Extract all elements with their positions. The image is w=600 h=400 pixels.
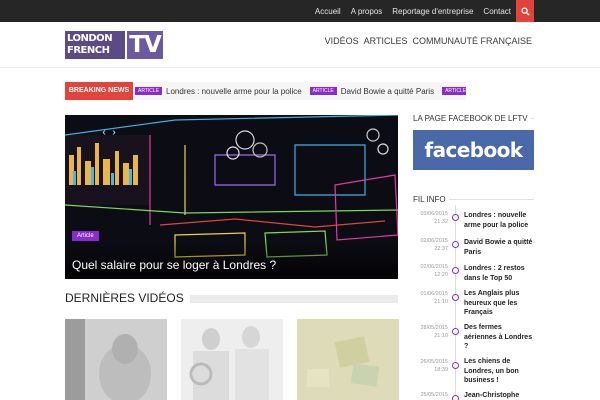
video-thumbnail[interactable] [297, 319, 399, 400]
timeline-dot [452, 328, 459, 335]
fil-title: Londres : 2 restos dans le Top 50 [464, 265, 525, 282]
fil-title: Jean-Christophe [464, 392, 520, 399]
hero-category-tag[interactable]: Article [72, 231, 99, 241]
breaking-news-label: BREAKING NEWS [65, 82, 133, 100]
ticker-item[interactable]: ARTICLE David Bowie a quitté Paris [309, 86, 435, 96]
fil-title: Des fermes aériennes à Londres ? [464, 324, 533, 350]
video-thumbnail-image [181, 319, 283, 400]
ticker-item[interactable]: ARTICLE Lo [442, 87, 466, 96]
timeline-line [455, 205, 456, 400]
chevron-right-icon[interactable]: › [109, 127, 119, 139]
timeline-dot [452, 294, 459, 301]
fil-info-title: FIL INFO [413, 195, 449, 204]
fil-time: 21:32 [434, 219, 448, 225]
chevron-left-icon[interactable]: ‹ [99, 127, 109, 139]
ticker-item[interactable]: ARTICLE Londres : nouvelle arme pour la … [135, 87, 302, 96]
breaking-news-ticker: BREAKING NEWS ARTICLE Londres : nouvelle… [65, 82, 466, 100]
latest-videos-title: DERNIÈRES VIDÉOS [65, 291, 184, 305]
ticker-text: David Bowie a quitté Paris [340, 86, 435, 96]
top-link-reportage[interactable]: Reportage d'entreprise [387, 7, 478, 16]
site-logo[interactable]: LONDON FRENCH TV [65, 31, 163, 59]
video-thumbnail-image [297, 319, 399, 400]
logo-tv: TV [127, 31, 163, 59]
fil-title: Les Anglais plus heureux que les Françai… [464, 290, 520, 316]
ticker-tag: ARTICLE [309, 87, 337, 95]
top-links: Accueil A propos Reportage d'entreprise … [310, 0, 516, 22]
top-link-a-propos[interactable]: A propos [346, 7, 388, 16]
search-icon [520, 6, 530, 16]
fil-date: 28/05/2015 [420, 325, 448, 331]
logo-line-1: LONDON [67, 33, 113, 44]
video-thumbnail[interactable] [181, 319, 283, 400]
fil-date: 26/05/2015 [420, 359, 448, 365]
fil-title: David Bowie a quitté Paris [464, 239, 533, 256]
facebook-logo: facebook [424, 138, 524, 162]
fil-time: 12:20 [434, 272, 448, 278]
fil-date: 02/06/2015 [420, 238, 448, 244]
video-thumbnail-image [65, 319, 167, 400]
breaking-news-items: ARTICLE Londres : nouvelle arme pour la … [135, 82, 466, 100]
nav-articles[interactable]: ARTICLES [364, 36, 408, 46]
fil-time: 21:10 [434, 299, 448, 305]
top-bar: Accueil A propos Reportage d'entreprise … [0, 0, 600, 22]
timeline-dot [452, 267, 459, 274]
header-divider [0, 67, 600, 68]
ticker-text: Londres : nouvelle arme pour la police [166, 86, 302, 96]
fil-date: 25/05/2015 [420, 392, 448, 398]
nav-communaute[interactable]: COMMUNAUTÉ FRANÇAISE [412, 36, 532, 46]
nav-videos[interactable]: VIDÉOS [325, 36, 359, 46]
facebook-widget[interactable]: facebook [413, 130, 534, 170]
search-button[interactable] [516, 0, 534, 22]
fil-time: 18:39 [434, 367, 448, 373]
logo-words: LONDON FRENCH [65, 31, 125, 59]
timeline-dot [452, 214, 459, 221]
top-link-accueil[interactable]: Accueil [310, 7, 346, 16]
timeline-dot [452, 395, 459, 400]
logo-line-2: FRENCH [67, 45, 110, 56]
ticker-tag: ARTICLE [135, 87, 163, 95]
fil-title: Londres : nouvelle arme pour la police [464, 212, 529, 229]
latest-videos-rule [190, 295, 398, 303]
hero-title[interactable]: Quel salaire pour se loger à Londres ? [72, 258, 276, 272]
facebook-section-title: LA PAGE FACEBOOK DE LFTV [413, 114, 531, 123]
fil-date: 02/06/2015 [420, 264, 448, 270]
hero-slider[interactable]: ‹ › Article Quel salaire pour se loger à… [65, 115, 398, 279]
fil-date: 03/06/2015 [420, 211, 448, 217]
timeline-dot [452, 362, 459, 369]
fil-date: 01/06/2015 [420, 291, 448, 297]
main-nav: VIDÉOS ARTICLES COMMUNAUTÉ FRANÇAISE [325, 36, 532, 46]
fil-title: Les chiens de Londres, un bon business ! [464, 358, 519, 384]
top-link-contact[interactable]: Contact [478, 7, 516, 16]
ticker-tag: ARTICLE [442, 87, 466, 95]
timeline-dot [452, 241, 459, 248]
video-thumbnail[interactable] [65, 319, 167, 400]
fil-time: 22:37 [434, 246, 448, 252]
fil-time: 21:10 [434, 333, 448, 339]
